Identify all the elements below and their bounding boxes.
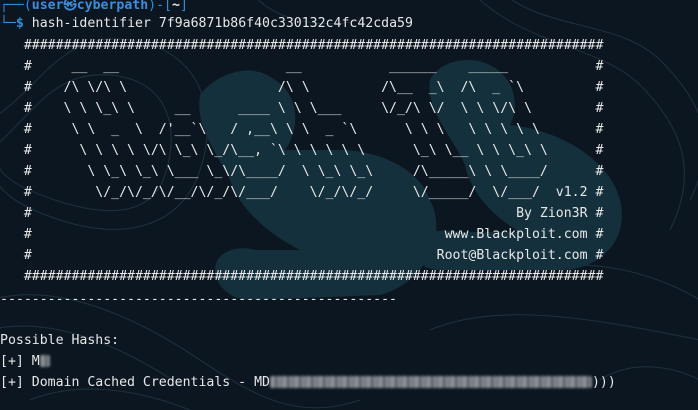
prompt-frame-mid: )-[ <box>148 0 172 13</box>
result-prefix: [+] M <box>0 354 40 369</box>
banner-line: # \ \ \_\ \ __ ____ \ \ \___ \/_/\ \/ \ … <box>0 101 604 116</box>
banner-line: ########################################… <box>0 269 604 284</box>
command-text: hash-identifier 7f9a6871b86f40c330132c4f… <box>31 16 413 31</box>
results-header: Possible Hashs: <box>0 333 120 348</box>
terminal-output: ┌──(user㉿cyberpath)-[~] └─$ hash-identif… <box>0 0 698 410</box>
separator-line: ----------------------------------------… <box>0 292 397 307</box>
banner-line: # \/_/\/_/\/__/\/_/\/___/ \/_/\/_/ \/___… <box>0 185 604 200</box>
result-prefix: [+] Domain Cached Credentials - MD <box>0 375 270 390</box>
redacted-text <box>269 376 592 388</box>
prompt-frame-open: ┌──( <box>0 0 32 13</box>
banner-email: # Root@Blackploit.com # <box>0 248 604 263</box>
command-line[interactable]: └─$ hash-identifier 7f9a6871b86f40c33013… <box>0 14 413 34</box>
redacted-text <box>39 355 50 367</box>
banner-line: # /\ \/\ \ /\ \ /\__ _\ /\ _ `\ # <box>0 80 604 95</box>
result-item: [+] M <box>0 352 50 372</box>
banner-website: # www.Blackploit.com # <box>0 227 604 242</box>
banner-line: # __ __ __ ______ _____ # <box>0 59 604 74</box>
result-item: [+] Domain Cached Credentials - MD))) <box>0 373 616 393</box>
prompt-cwd: ~ <box>172 0 180 13</box>
result-suffix: ))) <box>591 375 616 390</box>
prompt-dollar: $ <box>15 16 24 31</box>
banner-credit: # By Zion3R # <box>0 206 604 221</box>
banner-line: ########################################… <box>0 38 604 53</box>
prompt-user-host: user㉿cyberpath <box>31 0 149 13</box>
banner-line: # \ \ \ \ \/\ \_\ \_/\__, `\ \ \ \ \ \ \… <box>0 143 604 158</box>
prompt-frame-close: ] <box>179 0 188 13</box>
prompt-branch: └─ <box>0 16 16 31</box>
banner-line: # \ \ _ \ /'__`\ / ,__\ \ \ _ `\ \ \ \ \… <box>0 122 604 137</box>
banner-line: # \ \_\ \_\ \___ \_\/\____/ \ \_\ \_\ /\… <box>0 164 604 179</box>
